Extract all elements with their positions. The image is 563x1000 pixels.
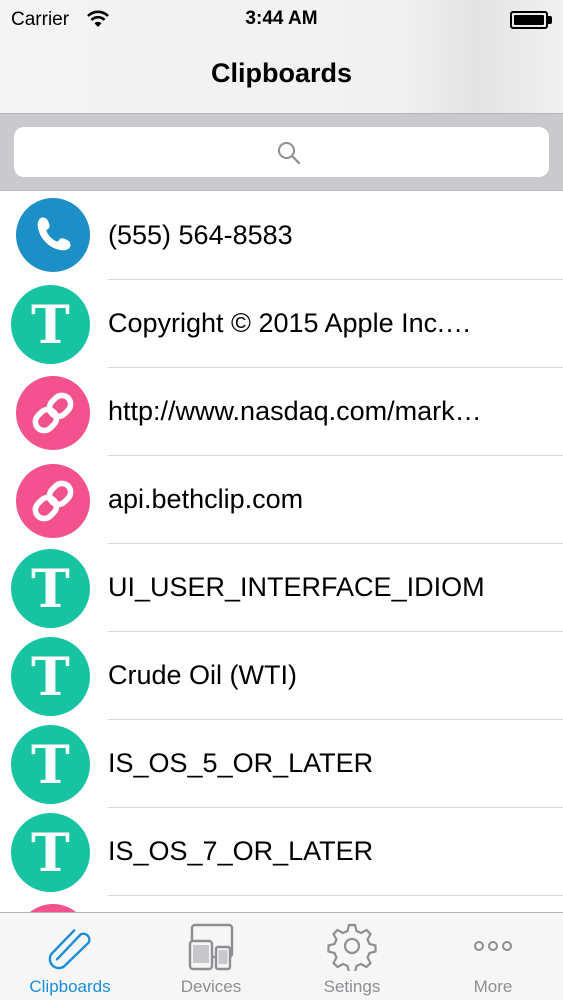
list-item[interactable]: T UI_USER_INTERFACE_IDIOM [0,544,563,632]
tab-label: More [473,977,513,996]
list-item-text: UI_USER_INTERFACE_IDIOM [108,572,485,602]
avatar [16,376,90,450]
list-item-text: IS_OS_5_OR_LATER [108,748,374,778]
text-icon: T [31,646,70,708]
text-icon: T [31,822,70,884]
text-icon: T [31,734,70,796]
phone-icon [37,217,71,251]
clipboard-list: (555) 564-8583 T Copyright © 2015 Apple In… [0,192,563,984]
avatar: T [11,813,90,892]
list-item-text: Crude Oil (WTI) [108,660,297,690]
list-item-text: http://www.nasdaq.com/mark… [108,396,482,426]
page-title: Clipboards [210,58,352,88]
tab-label: Devices [180,977,242,996]
search-input[interactable] [14,127,549,177]
list-item-text: (555) 564-8583 [108,220,293,250]
tab-label: Clipboards [29,977,111,996]
more-icon [474,941,512,951]
list-item-text: api.bethclip.com [108,484,304,514]
devices-icon [188,923,234,971]
list-item[interactable]: T Copyright © 2015 Apple Inc.… [0,280,563,368]
list-item-text: Copyright © 2015 Apple Inc.… [108,308,472,338]
list-item[interactable]: (555) 564-8583 [0,192,563,280]
list-item[interactable]: T Crude Oil (WTI) [0,632,563,720]
avatar: T [11,549,90,628]
status-time: 3:44 AM [245,8,318,29]
link-icon [32,392,74,434]
avatar [16,198,90,272]
avatar: T [11,725,90,804]
tab-label: Setings [323,977,381,996]
tab-settings[interactable]: Setings [282,913,422,1000]
status-bar: Carrier 3:44 AM [0,0,563,40]
tab-more[interactable]: More [423,913,563,1000]
paperclip-icon [48,929,91,970]
tab-clipboards[interactable]: Clipboards [0,913,140,1000]
battery-icon [510,11,552,29]
link-icon [32,480,74,522]
list-item[interactable]: api.bethclip.com [0,456,563,544]
list-item[interactable]: T IS_OS_7_OR_LATER [0,808,563,896]
list-item[interactable]: http://www.nasdaq.com/mark… [0,368,563,456]
tab-bar: Clipboards Devices Setings More [0,912,563,1000]
avatar [16,464,90,538]
tab-devices[interactable]: Devices [141,913,281,1000]
gear-icon [327,923,377,971]
list-item-text: IS_OS_7_OR_LATER [108,836,374,866]
search-bar [0,114,563,191]
top-bar: Carrier 3:44 AM Clipboards [0,0,563,114]
avatar: T [11,285,90,364]
avatar: T [11,637,90,716]
text-icon: T [31,558,70,620]
text-icon: T [31,294,70,356]
list-item[interactable]: T IS_OS_5_OR_LATER [0,720,563,808]
search-icon [278,142,301,165]
